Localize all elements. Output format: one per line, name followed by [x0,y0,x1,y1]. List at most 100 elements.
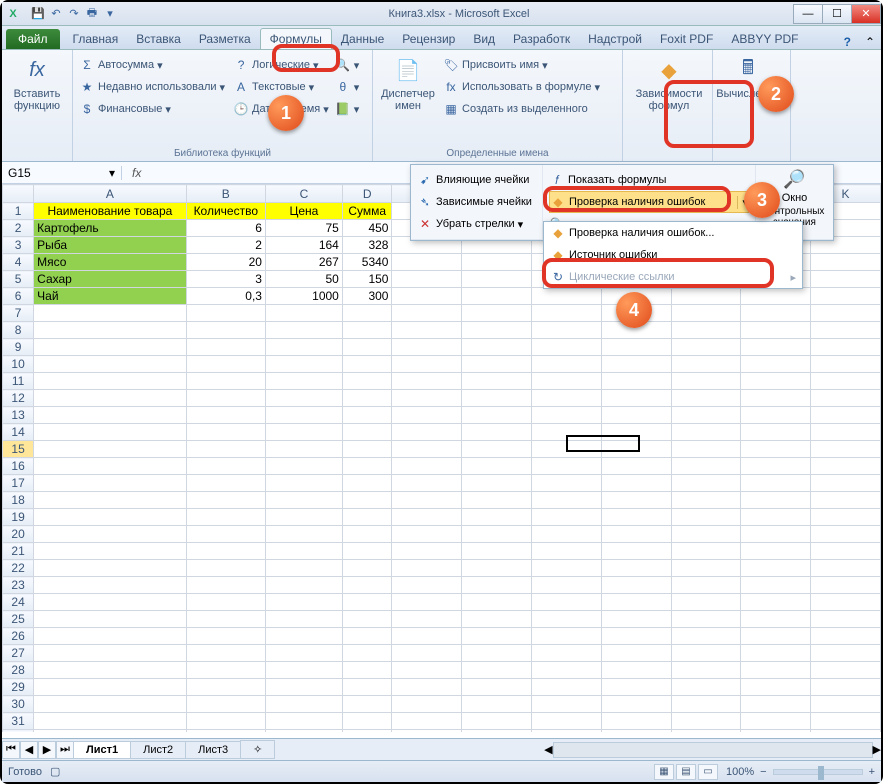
row-header[interactable]: 17 [3,475,34,492]
cell[interactable] [602,373,672,390]
cell[interactable] [811,543,881,560]
cell[interactable]: 300 [342,288,392,305]
qat-more-icon[interactable]: ▾ [102,6,118,22]
cell[interactable] [392,543,462,560]
recent-button[interactable]: ★Недавно использовали ▾ [79,76,225,98]
cell[interactable] [671,475,741,492]
cell[interactable] [34,611,186,628]
cell[interactable] [602,611,672,628]
cell[interactable] [186,628,265,645]
cell[interactable] [811,730,881,733]
cell[interactable] [392,322,462,339]
tab-home[interactable]: Главная [64,29,128,49]
cell[interactable] [265,696,342,713]
cell[interactable] [342,679,392,696]
cell[interactable] [462,407,532,424]
cell[interactable] [186,458,265,475]
cell[interactable] [265,458,342,475]
cell[interactable] [741,441,811,458]
insert-function-button[interactable]: fx Вставить функцию [8,54,66,112]
cell[interactable] [342,713,392,730]
cell[interactable] [342,322,392,339]
remove-arrows-button[interactable]: ✕Убрать стрелки ▾ [417,213,536,235]
cell[interactable] [741,679,811,696]
sheet-next-icon[interactable]: ▶ [38,741,56,759]
cell[interactable] [462,526,532,543]
cell[interactable]: 1000 [265,288,342,305]
cell[interactable] [392,305,462,322]
cell[interactable] [532,475,602,492]
hscroll-right-icon[interactable]: ▶ [873,743,881,756]
view-layout-icon[interactable]: ▤ [676,764,696,780]
cell[interactable] [186,594,265,611]
cell[interactable]: 267 [265,254,342,271]
cell[interactable] [462,271,532,288]
row-header[interactable]: 2 [3,220,34,237]
cell[interactable] [671,526,741,543]
cell[interactable] [532,441,602,458]
cell[interactable]: 50 [265,271,342,288]
cell[interactable] [532,492,602,509]
cell[interactable] [34,662,186,679]
cell[interactable] [671,628,741,645]
cell[interactable] [462,645,532,662]
cell[interactable] [186,679,265,696]
cell[interactable] [671,645,741,662]
cell[interactable] [342,662,392,679]
cell[interactable] [186,696,265,713]
cell[interactable] [532,288,602,305]
cell[interactable] [265,645,342,662]
cell[interactable] [34,373,186,390]
tab-insert[interactable]: Вставка [127,29,190,49]
cell[interactable] [34,577,186,594]
cell[interactable] [741,356,811,373]
row-header[interactable]: 28 [3,662,34,679]
cell[interactable] [811,577,881,594]
cell[interactable] [811,458,881,475]
select-all[interactable] [3,185,34,203]
cell[interactable] [186,305,265,322]
name-manager-button[interactable]: 📄 Диспетчер имен [379,54,437,120]
cell[interactable] [186,577,265,594]
cell[interactable] [462,475,532,492]
cell[interactable] [462,339,532,356]
cell[interactable] [34,458,186,475]
cell[interactable] [342,628,392,645]
cell[interactable] [741,696,811,713]
more-fn-button[interactable]: 📗▾ [335,98,360,120]
cell[interactable] [186,509,265,526]
cell[interactable] [532,407,602,424]
cell[interactable] [186,526,265,543]
cell[interactable] [602,407,672,424]
cell[interactable] [392,492,462,509]
cell[interactable] [34,356,186,373]
formula-auditing-button[interactable]: ◆ Зависимости формул [629,54,709,112]
cell[interactable] [392,560,462,577]
cell[interactable] [741,492,811,509]
cell[interactable] [602,475,672,492]
cell[interactable] [462,679,532,696]
ribbon-minimize-icon[interactable]: ⌃ [859,35,881,49]
cell[interactable] [602,424,672,441]
cell[interactable] [671,424,741,441]
cell[interactable] [265,560,342,577]
macro-record-icon[interactable]: ▢ [50,765,60,778]
cell[interactable] [265,373,342,390]
cell[interactable] [811,475,881,492]
cell[interactable] [392,628,462,645]
cell[interactable] [602,356,672,373]
hscroll-track[interactable] [553,742,873,758]
cell[interactable] [811,492,881,509]
cell[interactable] [342,475,392,492]
qat-undo-icon[interactable]: ↶ [48,6,64,22]
cell[interactable] [741,407,811,424]
cell[interactable] [342,696,392,713]
cell[interactable] [34,305,186,322]
row-header[interactable]: 8 [3,322,34,339]
cell[interactable] [342,390,392,407]
use-in-formula-button[interactable]: fxИспользовать в формуле ▾ [443,76,600,98]
namebox-dropdown-icon[interactable]: ▾ [109,166,115,180]
row-header[interactable]: 25 [3,611,34,628]
cell[interactable] [602,730,672,733]
cell[interactable] [342,645,392,662]
